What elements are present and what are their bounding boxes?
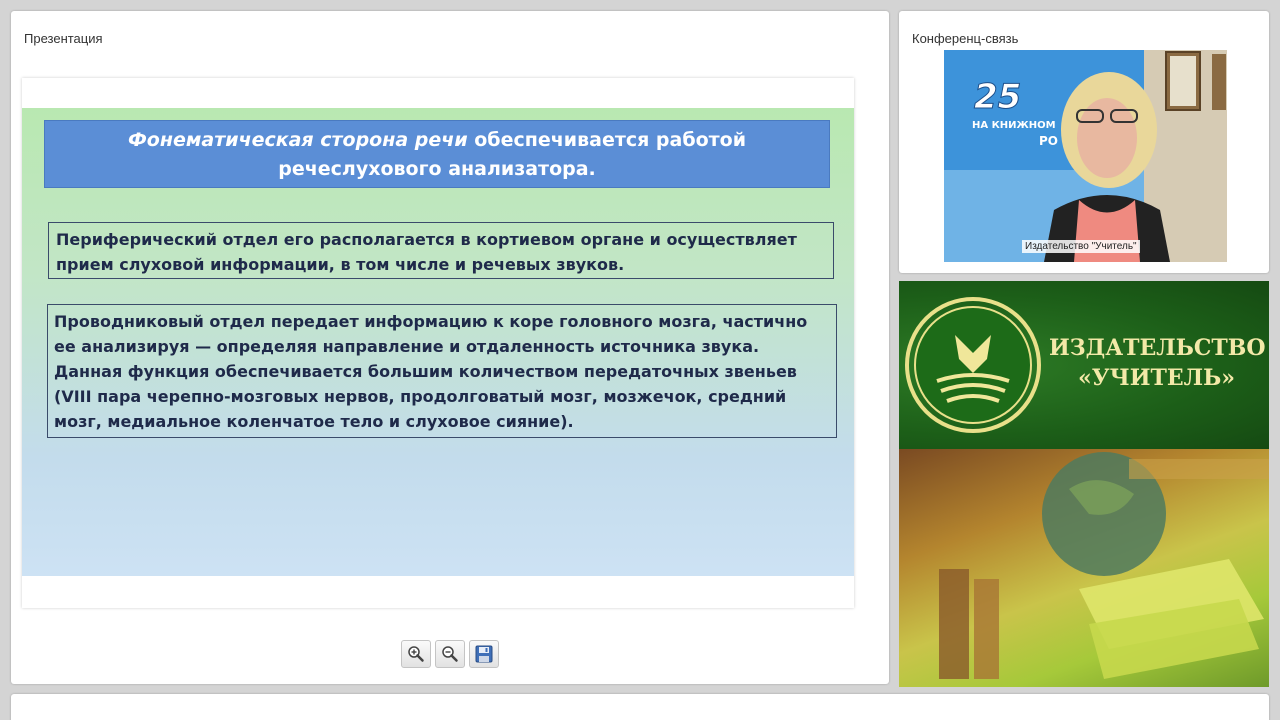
zoom-in-button[interactable] <box>401 640 431 668</box>
presentation-panel: Презентация Фонематическая сторона речи … <box>11 11 889 684</box>
publisher-name: ИЗДАТЕЛЬСТВО «УЧИТЕЛЬ» <box>1049 335 1266 391</box>
slide-text-box-peripheral: Периферический отдел его располагается в… <box>48 222 834 279</box>
zoom-out-icon <box>442 646 458 662</box>
publisher-banner: ИЗДАТЕЛЬСТВО «УЧИТЕЛЬ» <box>899 281 1269 687</box>
video-feed[interactable]: 25 НА КНИЖНОМ РО Издательство "Учитель" <box>944 50 1227 262</box>
slide: Фонематическая сторона речи обеспечивает… <box>22 108 854 576</box>
save-button[interactable] <box>469 640 499 668</box>
bottom-panel <box>11 694 1269 720</box>
zoom-in-icon <box>408 646 424 662</box>
publisher-photo <box>899 449 1269 687</box>
books-globe-illustration <box>939 452 1269 679</box>
slide-heading-italic: Фонематическая сторона речи <box>127 129 468 151</box>
publisher-logo-icon <box>905 297 1041 433</box>
presentation-title: Презентация <box>24 31 103 46</box>
svg-text:НА КНИЖНОМ: НА КНИЖНОМ <box>972 120 1056 131</box>
video-scene: 25 НА КНИЖНОМ РО <box>944 50 1227 262</box>
publisher-logo-area: ИЗДАТЕЛЬСТВО «УЧИТЕЛЬ» <box>899 281 1269 449</box>
slide-text-box-conductive: Проводниковый отдел передает информацию … <box>47 304 837 438</box>
floppy-disk-icon <box>475 645 493 663</box>
svg-text:РО: РО <box>1039 134 1058 148</box>
slide-viewer[interactable]: Фонематическая сторона речи обеспечивает… <box>22 78 854 608</box>
svg-text:25: 25 <box>974 77 1021 117</box>
video-caption: Издательство "Учитель" <box>1022 240 1140 253</box>
conference-panel: Конференц-связь 25 НА КНИЖНОМ РО Издател… <box>899 11 1269 273</box>
zoom-out-button[interactable] <box>435 640 465 668</box>
slide-toolbar <box>401 640 499 668</box>
conference-title: Конференц-связь <box>912 31 1019 46</box>
slide-heading: Фонематическая сторона речи обеспечивает… <box>44 120 830 188</box>
